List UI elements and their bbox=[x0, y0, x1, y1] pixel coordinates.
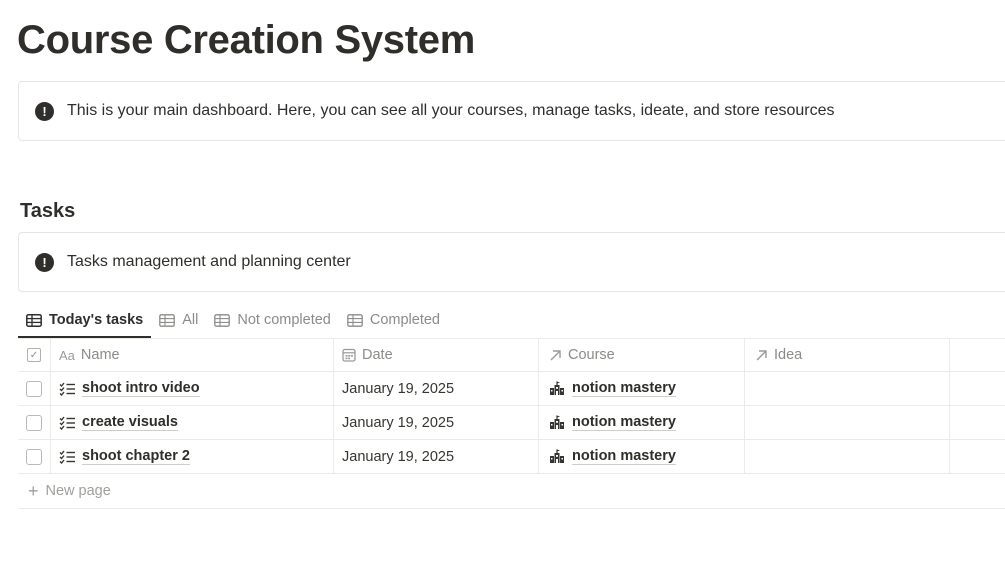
tab-not-completed[interactable]: Not completed bbox=[206, 302, 339, 338]
table-row[interactable]: shoot chapter 2 January 19, 2025 notion … bbox=[18, 440, 1005, 474]
plus-icon: + bbox=[28, 480, 39, 501]
extra-cell bbox=[950, 440, 1005, 473]
tab-label: Today's tasks bbox=[49, 312, 144, 328]
row-checkbox-cell[interactable] bbox=[18, 440, 51, 473]
row-checkbox[interactable] bbox=[26, 448, 42, 465]
course-link[interactable]: notion mastery bbox=[572, 380, 676, 397]
checkbox-icon[interactable]: ✓ bbox=[27, 348, 41, 362]
checklist-icon bbox=[59, 450, 75, 464]
arrow-up-right-icon bbox=[549, 349, 562, 362]
name-cell[interactable]: create visuals bbox=[51, 406, 334, 439]
column-header-label: Date bbox=[362, 347, 393, 363]
extra-cell bbox=[950, 372, 1005, 405]
checklist-icon bbox=[59, 416, 75, 430]
tasks-callout: ! Tasks management and planning center bbox=[18, 232, 1005, 292]
tab-completed[interactable]: Completed bbox=[339, 302, 448, 338]
row-checkbox-cell[interactable] bbox=[18, 372, 51, 405]
column-header-label: Idea bbox=[774, 347, 803, 363]
idea-cell[interactable] bbox=[745, 440, 950, 473]
school-icon bbox=[550, 415, 564, 429]
table-header-row: ✓ Aa Name Date Course Idea bbox=[18, 338, 1005, 372]
tasks-heading: Tasks bbox=[20, 200, 76, 222]
course-link[interactable]: notion mastery bbox=[572, 414, 676, 431]
exclamation-circle-icon: ! bbox=[35, 101, 54, 121]
date-cell[interactable]: January 19, 2025 bbox=[334, 406, 539, 439]
column-header-idea[interactable]: Idea bbox=[745, 339, 950, 371]
select-all-cell[interactable]: ✓ bbox=[18, 339, 51, 371]
column-header-course[interactable]: Course bbox=[539, 339, 745, 371]
tasks-table: ✓ Aa Name Date Course Idea shoot intro v… bbox=[18, 338, 1005, 509]
dashboard-callout-text: This is your main dashboard. Here, you c… bbox=[67, 102, 835, 119]
new-page-button[interactable]: + New page bbox=[18, 474, 1005, 509]
school-icon bbox=[550, 381, 564, 395]
column-header-name[interactable]: Aa Name bbox=[51, 339, 334, 371]
date-cell[interactable]: January 19, 2025 bbox=[334, 440, 539, 473]
tab-todays-tasks[interactable]: Today's tasks bbox=[18, 302, 152, 338]
name-cell[interactable]: shoot chapter 2 bbox=[51, 440, 334, 473]
course-cell[interactable]: notion mastery bbox=[539, 440, 745, 473]
name-cell[interactable]: shoot intro video bbox=[51, 372, 334, 405]
course-link[interactable]: notion mastery bbox=[572, 448, 676, 465]
course-cell[interactable]: notion mastery bbox=[539, 406, 745, 439]
date-cell[interactable]: January 19, 2025 bbox=[334, 372, 539, 405]
tab-label: Not completed bbox=[237, 312, 331, 328]
school-icon bbox=[550, 449, 564, 463]
table-icon bbox=[347, 313, 363, 327]
tasks-callout-text: Tasks management and planning center bbox=[67, 253, 351, 270]
table-row[interactable]: create visuals January 19, 2025 notion m… bbox=[18, 406, 1005, 440]
column-header-date[interactable]: Date bbox=[334, 339, 539, 371]
arrow-up-right-icon bbox=[755, 349, 768, 362]
exclamation-circle-icon: ! bbox=[35, 252, 54, 272]
task-name[interactable]: create visuals bbox=[82, 414, 178, 431]
idea-cell[interactable] bbox=[745, 406, 950, 439]
idea-cell[interactable] bbox=[745, 372, 950, 405]
text-property-icon: Aa bbox=[59, 347, 75, 363]
tab-label: All bbox=[182, 312, 199, 328]
page-title: Course Creation System bbox=[17, 18, 475, 62]
column-header-label: Course bbox=[568, 347, 615, 363]
column-header-extra bbox=[950, 339, 1005, 371]
new-page-label: New page bbox=[45, 483, 111, 499]
table-icon bbox=[214, 313, 231, 327]
task-name[interactable]: shoot intro video bbox=[82, 380, 200, 397]
dashboard-callout: ! This is your main dashboard. Here, you… bbox=[18, 81, 1005, 141]
calendar-icon bbox=[342, 348, 356, 362]
course-cell[interactable]: notion mastery bbox=[539, 372, 745, 405]
extra-cell bbox=[950, 406, 1005, 439]
checklist-icon bbox=[59, 382, 75, 396]
row-checkbox[interactable] bbox=[26, 380, 42, 397]
row-checkbox-cell[interactable] bbox=[18, 406, 51, 439]
view-tabs: Today's tasks All Not completed Complete… bbox=[18, 302, 448, 338]
table-icon bbox=[159, 313, 176, 327]
row-checkbox[interactable] bbox=[26, 414, 42, 431]
tab-label: Completed bbox=[369, 312, 440, 328]
table-icon bbox=[26, 313, 42, 327]
task-name[interactable]: shoot chapter 2 bbox=[82, 448, 190, 465]
table-row[interactable]: shoot intro video January 19, 2025 notio… bbox=[18, 372, 1005, 406]
tab-all[interactable]: All bbox=[151, 302, 206, 338]
column-header-label: Name bbox=[80, 347, 120, 363]
